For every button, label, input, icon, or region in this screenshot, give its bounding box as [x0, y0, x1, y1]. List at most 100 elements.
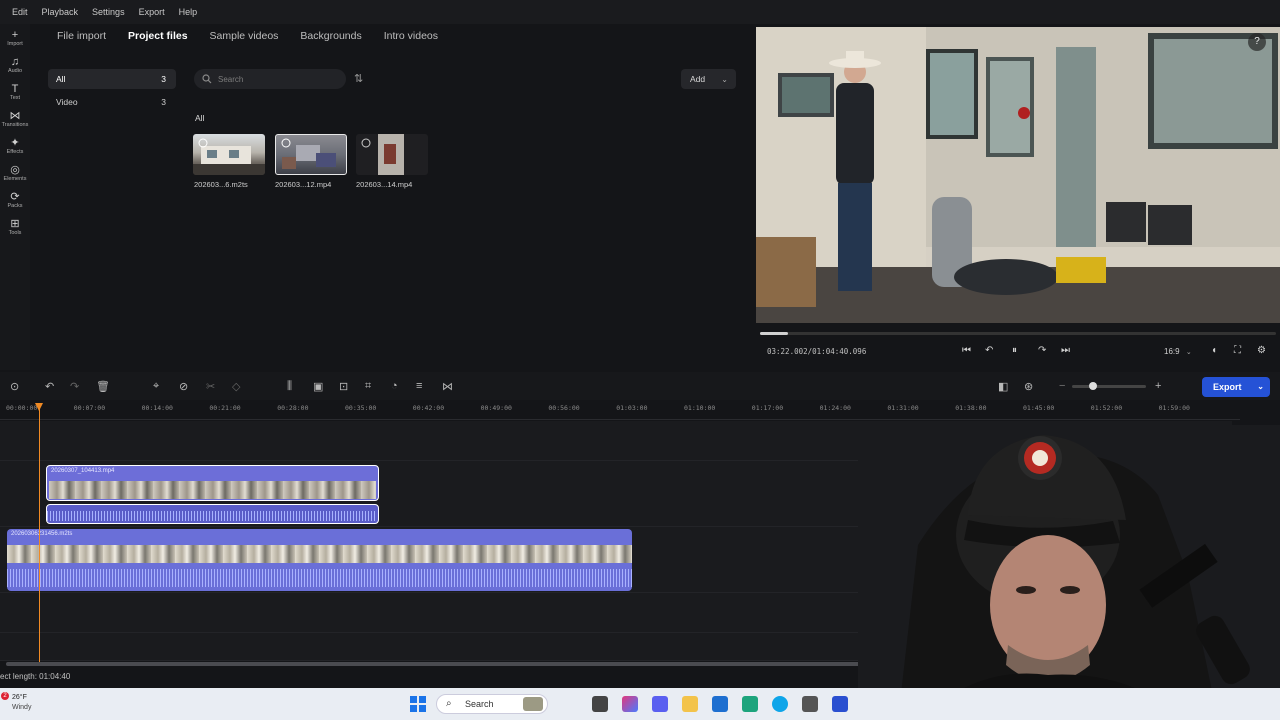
- snapshot-icon[interactable]: ⊡: [339, 380, 348, 393]
- link-icon[interactable]: ⊛: [1024, 380, 1033, 393]
- zoom-in-icon[interactable]: +: [1155, 380, 1161, 392]
- timeline-clip-audio[interactable]: [46, 504, 379, 524]
- disable-icon[interactable]: ⊘: [179, 380, 188, 393]
- copilot-icon[interactable]: [622, 696, 638, 712]
- volume-icon[interactable]: ◖: [1211, 345, 1217, 356]
- category-video[interactable]: Video 3: [48, 92, 176, 112]
- timeline-scrollbar[interactable]: [6, 662, 872, 666]
- tab-intro-videos[interactable]: Intro videos: [384, 30, 438, 48]
- rail-item-packs[interactable]: ⟳ Packs: [0, 191, 30, 217]
- aspect-ratio-label: 16:9: [1164, 347, 1180, 356]
- clip-title: 20260307_104413.mp4: [51, 468, 115, 474]
- file-explorer-icon[interactable]: [682, 696, 698, 712]
- rail-label: Audio: [7, 68, 23, 74]
- menu-export[interactable]: Export: [139, 7, 165, 17]
- app-icon[interactable]: [742, 696, 758, 712]
- media-thumbnail[interactable]: [193, 134, 265, 175]
- chevron-down-icon[interactable]: ⌄: [1257, 382, 1264, 391]
- aspect-ratio-select[interactable]: 16:9 ⌄: [1164, 347, 1192, 356]
- undo-icon[interactable]: ↶: [45, 380, 54, 393]
- pause-icon[interactable]: ⏸: [1012, 345, 1017, 356]
- zoom-slider-track[interactable]: [1072, 385, 1146, 388]
- delete-icon[interactable]: 🗑: [96, 380, 110, 393]
- magnet-icon[interactable]: ◧: [998, 380, 1008, 393]
- forward-icon[interactable]: ↷: [1038, 345, 1046, 356]
- zoom-slider-handle[interactable]: [1089, 382, 1097, 390]
- rail-item-text[interactable]: T Text: [0, 83, 30, 109]
- tab-backgrounds[interactable]: Backgrounds: [300, 30, 361, 48]
- windows-start-icon[interactable]: [410, 696, 426, 712]
- rewind-icon[interactable]: ↶: [985, 345, 993, 356]
- rail-item-tools[interactable]: ⊞ Tools: [0, 218, 30, 244]
- media-search-input[interactable]: Search: [194, 69, 346, 89]
- tab-file-import[interactable]: File import: [57, 30, 106, 48]
- app-icon[interactable]: [802, 696, 818, 712]
- category-all[interactable]: All 3: [48, 69, 176, 89]
- ruler-tick-label: 01:10:00: [684, 404, 716, 412]
- ruler-tick-label: 00:35:00: [345, 404, 377, 412]
- weather-condition[interactable]: Windy: [12, 704, 31, 711]
- crop-icon[interactable]: ⌗: [365, 380, 371, 393]
- rail-item-audio[interactable]: ♫ Audio: [0, 56, 30, 82]
- select-pointer-icon[interactable]: ⌖: [153, 380, 159, 393]
- timeline-clip-video[interactable]: 20260307_104413.mp4: [46, 465, 379, 501]
- adjust-icon[interactable]: ≡: [416, 380, 422, 392]
- redo-icon[interactable]: ↷: [70, 380, 79, 393]
- split-scissors-icon[interactable]: ✂: [206, 380, 215, 393]
- tab-project-files[interactable]: Project files: [128, 30, 188, 48]
- export-button[interactable]: Export ⌄: [1202, 377, 1270, 397]
- task-view-icon[interactable]: [592, 696, 608, 712]
- settings-gear-icon[interactable]: ⚙: [1257, 345, 1266, 356]
- teams-icon[interactable]: [652, 696, 668, 712]
- media-item-name: 202603...12.mp4: [275, 180, 332, 189]
- help-icon[interactable]: ?: [1248, 33, 1266, 51]
- media-thumbnail[interactable]: [356, 134, 428, 175]
- store-icon[interactable]: [712, 696, 728, 712]
- ruler-tick-label: 00:07:00: [73, 404, 106, 412]
- edge-browser-icon[interactable]: [772, 696, 788, 712]
- menu-edit[interactable]: Edit: [12, 7, 28, 17]
- chevron-down-icon[interactable]: ⌄: [721, 75, 728, 84]
- audio-split-icon[interactable]: ⫼: [287, 380, 292, 393]
- fullscreen-icon[interactable]: ⛶: [1234, 345, 1241, 356]
- playhead[interactable]: [39, 404, 40, 662]
- rail-label: Import: [7, 41, 23, 47]
- sort-icon[interactable]: ⇅: [354, 72, 363, 85]
- menu-settings[interactable]: Settings: [92, 7, 125, 17]
- shield-icon[interactable]: ◇: [232, 380, 240, 393]
- rail-item-elements[interactable]: ◎ Elements: [0, 164, 30, 190]
- add-label: Add: [690, 74, 706, 84]
- zoom-out-icon[interactable]: −: [1059, 380, 1065, 392]
- category-count: 3: [161, 74, 166, 84]
- menu-help[interactable]: Help: [179, 7, 198, 17]
- ruler-tick-label: 01:59:00: [1158, 404, 1190, 412]
- preview-scrubber[interactable]: [760, 332, 1276, 335]
- preview-frame-image: [756, 27, 1280, 323]
- taskbar-search-input[interactable]: ⌕ Search: [436, 694, 548, 714]
- media-thumbnail-selected[interactable]: [275, 134, 347, 175]
- chevron-down-icon: ⌄: [1185, 349, 1192, 356]
- ruler-tick-label: 01:24:00: [819, 404, 851, 412]
- rail-item-import[interactable]: + Import: [0, 29, 30, 55]
- skip-back-icon[interactable]: ⏮: [962, 345, 971, 356]
- tab-sample-videos[interactable]: Sample videos: [210, 30, 279, 48]
- category-label: All: [56, 74, 66, 84]
- menu-playback[interactable]: Playback: [42, 7, 79, 17]
- playhead-handle[interactable]: [35, 403, 43, 411]
- transition-icon[interactable]: ⋈: [442, 380, 453, 393]
- caption-icon[interactable]: ▣: [313, 380, 323, 393]
- timeline-clip-video[interactable]: 20260306231456.m2ts: [7, 529, 632, 591]
- speed-icon[interactable]: ◔: [391, 380, 398, 392]
- category-label: Video: [56, 97, 78, 107]
- rail-item-transitions[interactable]: ⋈ Transitions: [0, 110, 30, 136]
- skip-forward-icon[interactable]: ⏭: [1061, 345, 1070, 356]
- video-editor-app-icon[interactable]: [832, 696, 848, 712]
- record-icon[interactable]: ⊙: [10, 380, 19, 393]
- video-preview[interactable]: [756, 27, 1280, 323]
- audio-waveform: [47, 511, 377, 521]
- rail-item-effects[interactable]: ✦ Effects: [0, 137, 30, 163]
- weather-temperature[interactable]: 26°F: [12, 694, 27, 701]
- ruler-tick-label: 01:38:00: [955, 404, 987, 412]
- menu-bar: Edit Playback Settings Export Help: [0, 0, 1280, 24]
- add-button[interactable]: Add ⌄: [681, 69, 736, 89]
